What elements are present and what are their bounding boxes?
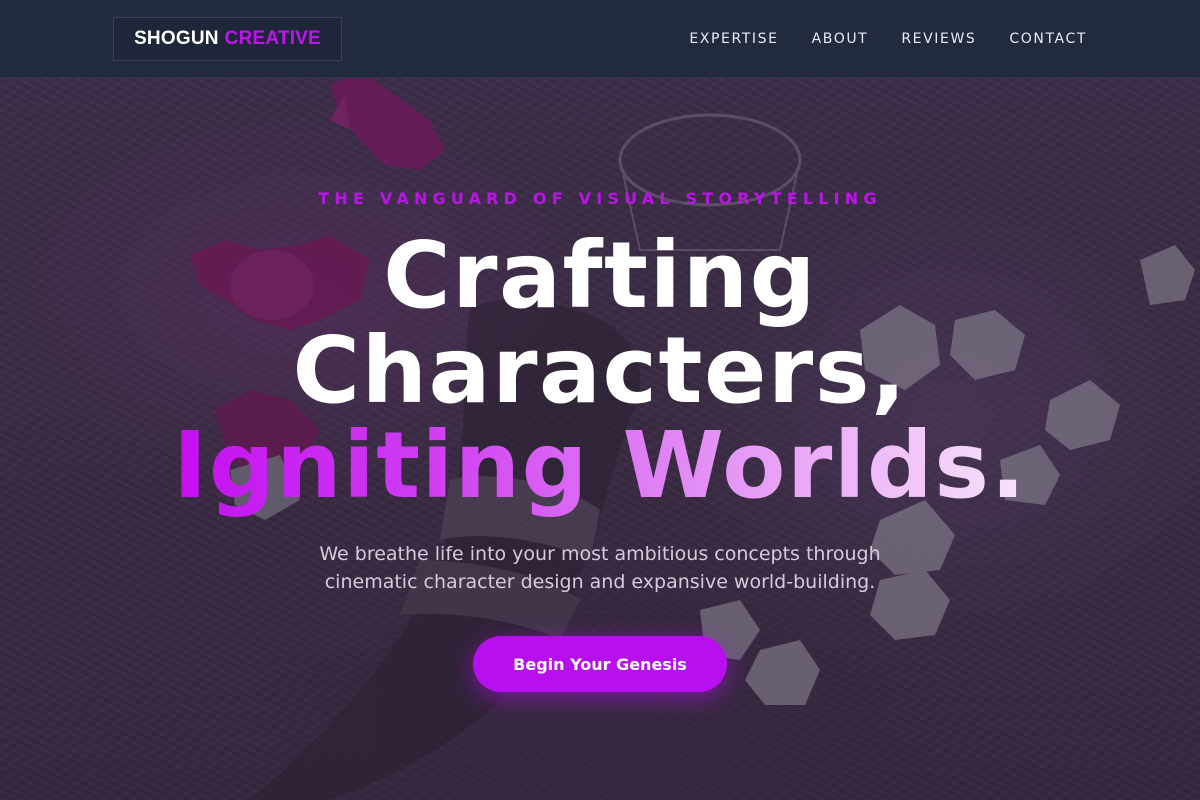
nav-link-contact[interactable]: CONTACT: [1009, 31, 1087, 47]
hero-eyebrow: THE VANGUARD OF VISUAL STORYTELLING: [318, 189, 882, 208]
brand-name-accent: CREATIVE: [224, 28, 321, 49]
nav-link-expertise[interactable]: EXPERTISE: [689, 31, 778, 47]
main-navigation: EXPERTISE ABOUT REVIEWS CONTACT: [689, 0, 1087, 78]
top-navbar: SHOGUN CREATIVE EXPERTISE ABOUT REVIEWS …: [0, 0, 1200, 78]
brand-name-main: SHOGUN: [134, 28, 219, 49]
begin-genesis-button[interactable]: Begin Your Genesis: [473, 636, 727, 692]
brand-logo[interactable]: SHOGUN CREATIVE: [113, 17, 342, 61]
headline-line-1: Crafting: [383, 222, 817, 329]
headline-line-3: Igniting Worlds.: [0, 420, 1200, 512]
headline-line-2: Characters,: [292, 317, 908, 424]
nav-link-about[interactable]: ABOUT: [812, 31, 869, 47]
hero-subtext: We breathe life into your most ambitious…: [319, 543, 881, 593]
nav-link-reviews[interactable]: REVIEWS: [901, 31, 976, 47]
hero-section: THE VANGUARD OF VISUAL STORYTELLING Craf…: [0, 0, 1200, 800]
headline-gradient-text: Igniting Worlds.: [173, 412, 1027, 519]
